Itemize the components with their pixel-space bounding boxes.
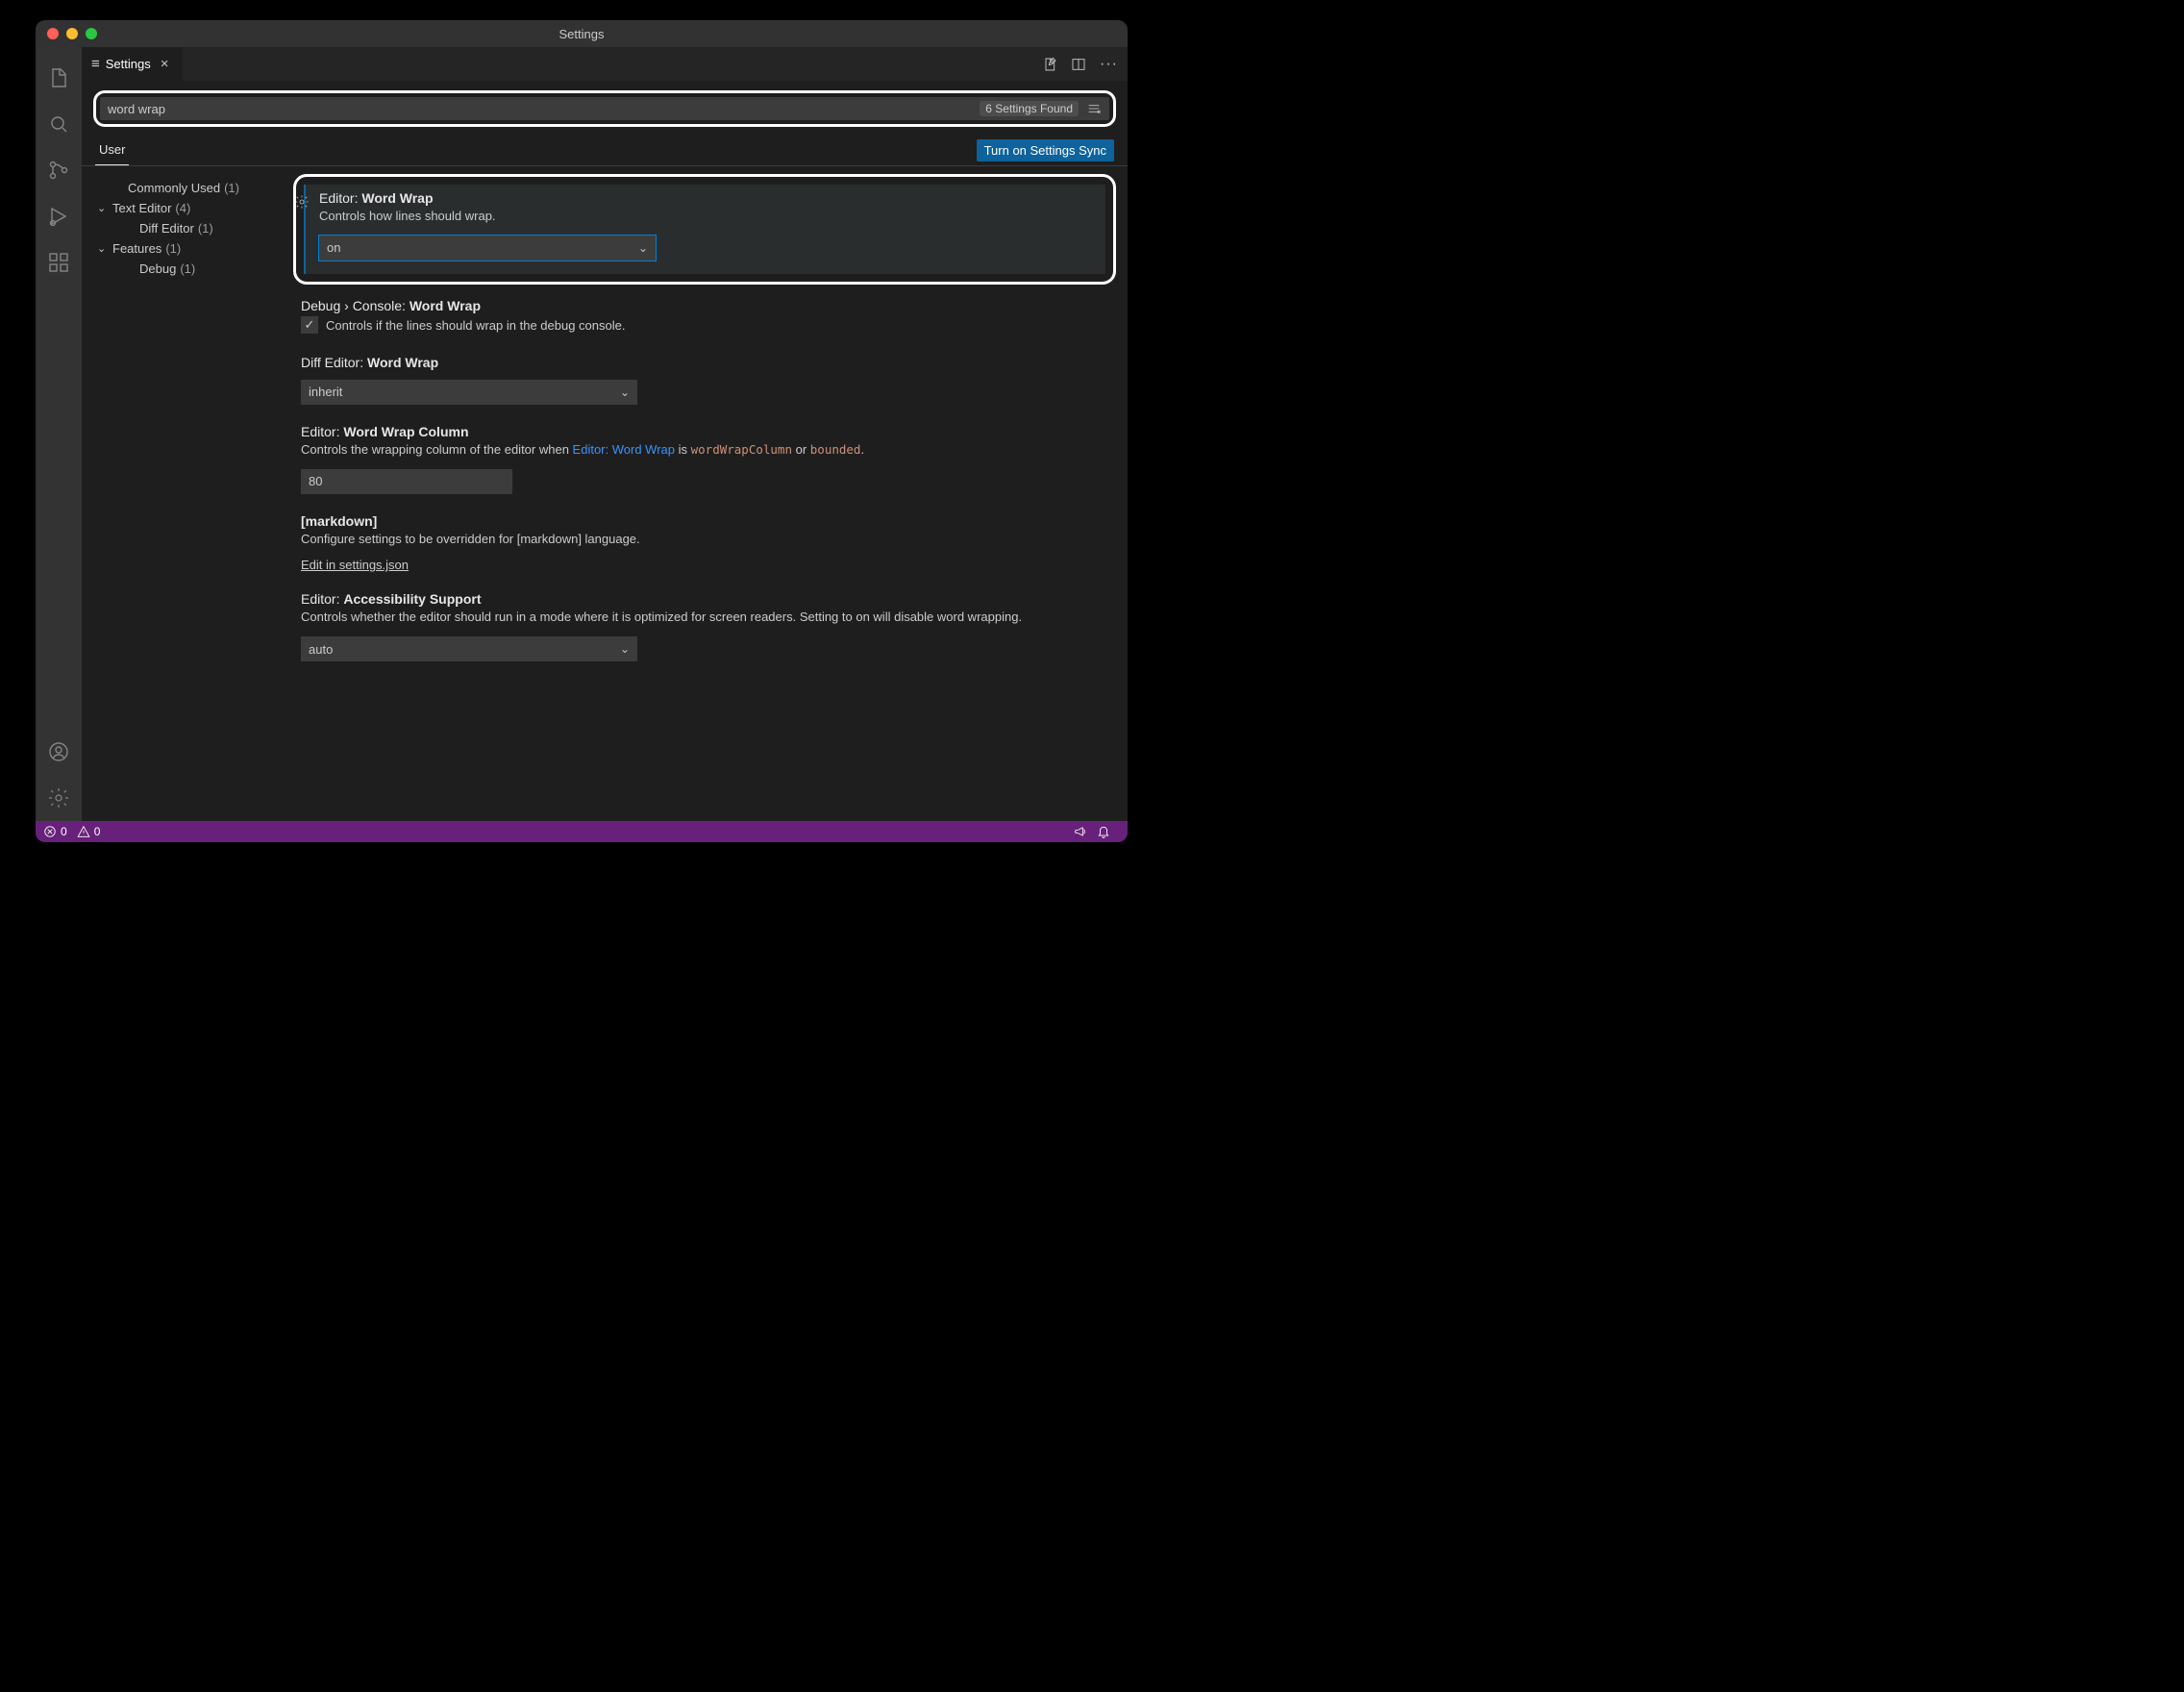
status-feedback[interactable] xyxy=(1074,825,1087,838)
settings-columns: Commonly Used (1) ⌄ Text Editor (4) Diff… xyxy=(82,166,1128,821)
extensions-icon[interactable] xyxy=(36,239,82,286)
status-warnings[interactable]: 0 xyxy=(77,825,101,838)
search-highlight-box: 6 Settings Found xyxy=(93,90,1116,127)
toc-debug[interactable]: Debug (1) xyxy=(111,259,287,279)
explorer-icon[interactable] xyxy=(36,55,82,101)
setting-title: [markdown] xyxy=(301,513,1112,529)
accessibility-support-select[interactable]: auto ⌄ xyxy=(301,636,637,661)
setting-description: Controls how lines should wrap. xyxy=(319,208,1096,226)
accounts-icon[interactable] xyxy=(36,729,82,775)
settings-found-badge: 6 Settings Found xyxy=(980,101,1079,116)
chevron-down-icon: ⌄ xyxy=(620,386,630,399)
app-window: Settings xyxy=(36,20,1128,842)
setting-title: Editor: Word Wrap xyxy=(319,190,1096,206)
status-errors[interactable]: 0 xyxy=(43,825,67,838)
search-icon[interactable] xyxy=(36,101,82,147)
window-title: Settings xyxy=(559,27,605,41)
megaphone-icon xyxy=(1074,825,1087,838)
settings-editor: 6 Settings Found User Turn on Settings S… xyxy=(82,81,1128,821)
maximize-window-button[interactable] xyxy=(86,28,97,39)
editor-word-wrap-link[interactable]: Editor: Word Wrap xyxy=(573,442,675,457)
settings-search-input[interactable] xyxy=(108,102,980,116)
scope-user-tab[interactable]: User xyxy=(95,137,129,165)
more-actions-icon[interactable]: ··· xyxy=(1100,56,1118,73)
setting-word-wrap-column: Editor: Word Wrap Column Controls the wr… xyxy=(287,418,1122,508)
setting-title: Diff Editor: Word Wrap xyxy=(301,355,1112,370)
close-window-button[interactable] xyxy=(47,28,59,39)
setting-title: Debug › Console: Word Wrap xyxy=(301,298,1112,313)
titlebar: Settings xyxy=(36,20,1128,47)
warning-icon xyxy=(77,825,90,838)
split-editor-icon[interactable] xyxy=(1071,57,1086,72)
run-debug-icon[interactable] xyxy=(36,193,82,239)
setting-debug-console-word-wrap: Debug › Console: Word Wrap ✓ Controls if… xyxy=(287,292,1122,349)
chevron-down-icon: ⌄ xyxy=(97,202,109,214)
filter-icon[interactable] xyxy=(1086,101,1102,116)
tabbar-actions: ··· xyxy=(1042,47,1128,81)
settings-search-row: 6 Settings Found xyxy=(100,97,1109,120)
settings-scope-row: User Turn on Settings Sync xyxy=(82,137,1128,166)
editor-area: ≡ Settings × ··· xyxy=(82,47,1128,821)
bell-icon xyxy=(1097,825,1110,838)
setting-gear-icon[interactable] xyxy=(294,194,310,212)
setting-description: Controls whether the editor should run i… xyxy=(301,609,1112,627)
toc-commonly-used[interactable]: Commonly Used (1) xyxy=(111,178,287,198)
setting-editor-word-wrap: Editor: Word Wrap Controls how lines sho… xyxy=(304,185,1105,274)
diff-editor-wrap-select[interactable]: inherit ⌄ xyxy=(301,380,637,405)
source-control-icon[interactable] xyxy=(36,147,82,193)
tabbar: ≡ Settings × ··· xyxy=(82,47,1128,81)
error-icon xyxy=(43,825,57,838)
chevron-down-icon: ⌄ xyxy=(97,242,109,255)
settings-sync-button[interactable]: Turn on Settings Sync xyxy=(977,139,1114,162)
setting-markdown-language: [markdown] Configure settings to be over… xyxy=(287,508,1122,586)
setting-accessibility-support: Editor: Accessibility Support Controls w… xyxy=(287,585,1122,675)
open-settings-json-icon[interactable] xyxy=(1042,57,1057,72)
activity-bar xyxy=(36,47,82,821)
chevron-down-icon: ⌄ xyxy=(620,642,630,656)
statusbar: 0 0 xyxy=(36,821,1128,842)
settings-toc: Commonly Used (1) ⌄ Text Editor (4) Diff… xyxy=(87,174,287,821)
setting-title: Editor: Accessibility Support xyxy=(301,591,1112,607)
tab-settings[interactable]: ≡ Settings × xyxy=(82,47,184,81)
toc-text-editor[interactable]: ⌄ Text Editor (4) xyxy=(111,198,287,218)
status-notifications[interactable] xyxy=(1097,825,1110,838)
list-icon: ≡ xyxy=(91,56,100,72)
toc-features[interactable]: ⌄ Features (1) xyxy=(111,238,287,259)
setting-title: Editor: Word Wrap Column xyxy=(301,424,1112,439)
setting-diff-editor-word-wrap: Diff Editor: Word Wrap inherit ⌄ xyxy=(287,349,1122,418)
body-row: ≡ Settings × ··· xyxy=(36,47,1128,821)
setting-description: Controls if the lines should wrap in the… xyxy=(326,317,625,336)
minimize-window-button[interactable] xyxy=(66,28,78,39)
chevron-down-icon: ⌄ xyxy=(638,241,648,255)
word-wrap-column-input[interactable] xyxy=(301,469,512,494)
window-controls xyxy=(47,28,97,39)
settings-list[interactable]: Editor: Word Wrap Controls how lines sho… xyxy=(287,174,1122,821)
setting-description: Controls the wrapping column of the edit… xyxy=(301,441,1112,460)
tab-label: Settings xyxy=(106,57,151,71)
manage-gear-icon[interactable] xyxy=(36,775,82,821)
close-tab-icon[interactable]: × xyxy=(157,56,173,72)
edit-in-settings-json-link[interactable]: Edit in settings.json xyxy=(301,558,409,572)
setting-description: Configure settings to be overridden for … xyxy=(301,531,1112,549)
debug-console-wrap-checkbox[interactable]: ✓ xyxy=(301,316,318,334)
word-wrap-select[interactable]: on ⌄ xyxy=(319,236,656,261)
setting-highlight-box: Editor: Word Wrap Controls how lines sho… xyxy=(293,174,1116,285)
toc-diff-editor[interactable]: Diff Editor (1) xyxy=(111,218,287,238)
